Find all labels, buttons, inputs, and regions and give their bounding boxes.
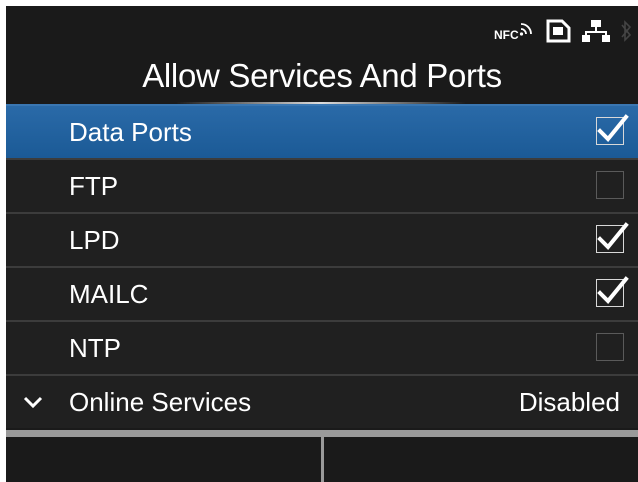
data-ports-checkbox[interactable] <box>596 114 629 145</box>
ntp-checkbox[interactable] <box>596 333 624 361</box>
softkey-bar <box>6 430 638 482</box>
network-icon <box>582 20 610 42</box>
list-item-label: FTP <box>69 171 119 201</box>
softkey-left[interactable] <box>6 430 321 482</box>
checkmark-icon <box>597 222 629 250</box>
list-item-label: LPD <box>69 225 120 255</box>
list-item-label: MAILC <box>69 279 149 309</box>
list-item-label: NTP <box>69 333 121 363</box>
settings-list: Data Ports FTP LPD MAILC NTP Online Serv… <box>6 104 638 428</box>
lpd-checkbox[interactable] <box>596 222 629 253</box>
list-item-lpd[interactable]: LPD <box>6 212 638 266</box>
ftp-checkbox[interactable] <box>596 171 624 199</box>
list-item-online-services[interactable]: Online Services Disabled <box>6 374 638 428</box>
svg-text:NFC: NFC <box>494 28 519 42</box>
online-services-value: Disabled <box>518 387 620 417</box>
checkmark-icon <box>597 276 629 304</box>
chevron-down-icon <box>23 396 43 409</box>
list-item-ftp[interactable]: FTP <box>6 158 638 212</box>
page-title: Allow Services And Ports <box>142 57 502 94</box>
softkey-right[interactable] <box>323 430 638 482</box>
list-item-data-ports[interactable]: Data Ports <box>6 104 638 158</box>
bluetooth-icon <box>621 20 632 42</box>
list-item-ntp[interactable]: NTP <box>6 320 638 374</box>
checkmark-icon <box>597 114 629 142</box>
mailc-checkbox[interactable] <box>596 276 629 307</box>
list-item-label: Data Ports <box>69 117 192 147</box>
storage-icon <box>546 19 571 43</box>
printer-screen: NFC Allow Services And Ports Data Ports <box>6 6 638 482</box>
list-item-label: Online Services <box>69 387 252 417</box>
nfc-icon: NFC <box>494 23 532 42</box>
status-bar: NFC <box>494 16 632 46</box>
list-item-mailc[interactable]: MAILC <box>6 266 638 320</box>
